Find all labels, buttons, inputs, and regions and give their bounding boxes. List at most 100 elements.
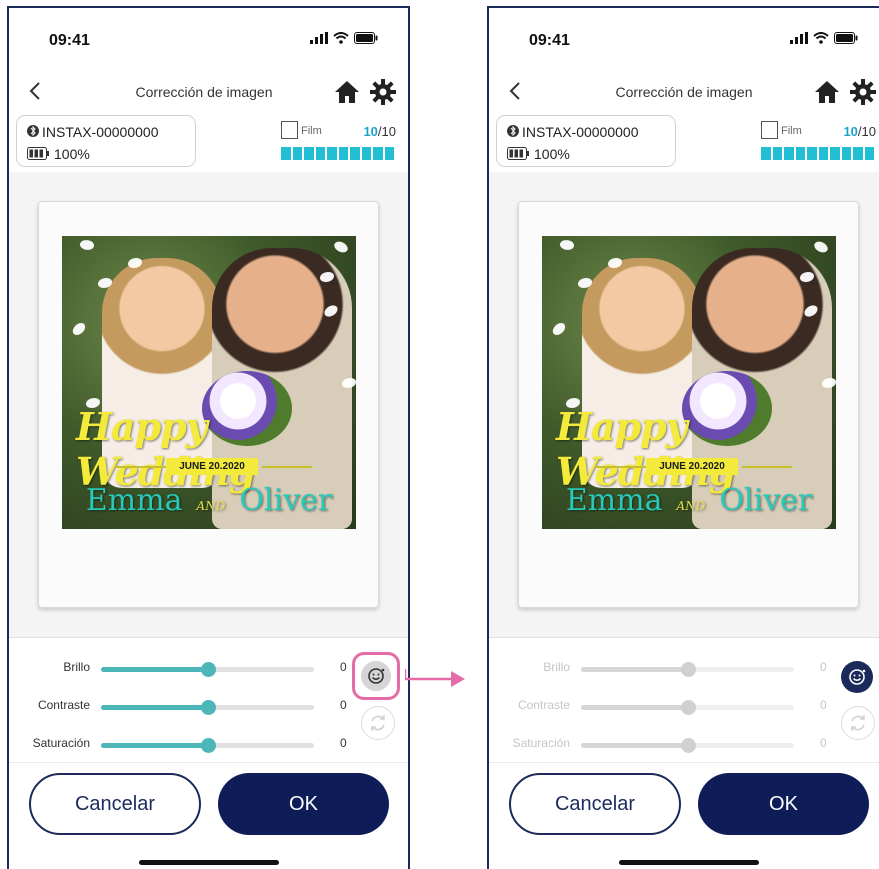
refresh-icon: [851, 715, 865, 731]
slider-row-brightness: Brillo 0: [489, 658, 834, 678]
film-level-bar: [761, 147, 874, 160]
gear-icon[interactable]: [369, 78, 397, 106]
adjustment-panel: Brillo 0 Contraste 0 Saturación 0: [9, 638, 408, 762]
name-left: Emma: [85, 483, 183, 518]
home-indicator[interactable]: [619, 860, 759, 865]
film-label: Film: [301, 125, 322, 137]
slider-knob[interactable]: [200, 738, 216, 753]
header-area: 09:41 Corrección de imagen INSTAX-000000…: [9, 8, 408, 172]
wedding-photo-corrected: Happy Wedding JUNE 20.2020 Emma AND Oliver: [542, 236, 836, 529]
face-smile-icon: [368, 668, 385, 684]
slider-row-contrast: Contraste 0: [489, 696, 834, 716]
photo-headline: Happy Wedding: [556, 404, 736, 494]
face-correction-button[interactable]: [352, 652, 400, 700]
photo-date-ribbon: JUNE 20.2020: [112, 458, 312, 476]
face-correction-button-active[interactable]: [841, 661, 873, 693]
slider-knob: [680, 662, 696, 677]
film-status: Film 10/10: [759, 118, 879, 164]
device-name: INSTAX-00000000: [522, 124, 639, 140]
film-icon: [281, 121, 298, 139]
transition-arrow-icon: [403, 668, 467, 690]
home-indicator[interactable]: [139, 860, 279, 865]
film-total: /10: [377, 124, 396, 139]
ok-button[interactable]: OK: [218, 773, 389, 835]
wedding-photo: Happy Wedding JUNE 20.2020 Emma AND Oliver: [62, 236, 356, 529]
photo-names: Emma AND Oliver: [542, 483, 836, 518]
signal-icon: [790, 31, 808, 49]
status-time: 09:41: [529, 32, 570, 49]
refresh-icon: [371, 715, 385, 731]
back-chevron-icon[interactable]: [505, 80, 527, 102]
battery-status-icon: [354, 31, 378, 49]
film-icon: [761, 121, 778, 139]
brightness-slider[interactable]: [101, 662, 314, 677]
device-status-card[interactable]: INSTAX-00000000 100%: [496, 115, 676, 167]
film-level-bar: [281, 147, 394, 160]
slider-knob: [680, 700, 696, 715]
status-time: 09:41: [49, 32, 90, 49]
instax-print-frame: Happy Wedding JUNE 20.2020 Emma AND Oliver: [38, 201, 379, 608]
home-icon[interactable]: [333, 78, 361, 106]
slider-value: 0: [820, 736, 827, 750]
slider-knob[interactable]: [200, 700, 216, 715]
name-right: Oliver: [239, 483, 333, 518]
wifi-icon: [813, 31, 829, 49]
slider-row-contrast: Contraste 0: [9, 696, 354, 716]
page-title: Corrección de imagen: [615, 84, 753, 100]
slider-label: Contraste: [37, 698, 90, 712]
cancel-button[interactable]: Cancelar: [509, 773, 681, 835]
phone-screen-after: 09:41 Corrección de imagen INSTAX-000000…: [487, 6, 879, 869]
page-title: Corrección de imagen: [135, 84, 273, 100]
battery-percentage: 100%: [534, 146, 570, 162]
slider-value: 0: [820, 698, 827, 712]
film-total: /10: [857, 124, 876, 139]
name-and: AND: [196, 499, 226, 513]
instax-print-frame: Happy Wedding JUNE 20.2020 Emma AND Oliver: [518, 201, 859, 608]
slider-row-saturation: Saturación 0: [489, 734, 834, 754]
saturation-slider[interactable]: [101, 738, 314, 753]
header-area: 09:41 Corrección de imagen INSTAX-000000…: [489, 8, 879, 172]
slider-label: Contraste: [517, 698, 570, 712]
photo-date-ribbon: JUNE 20.2020: [592, 458, 792, 476]
status-icons: [790, 32, 858, 48]
reset-button[interactable]: [361, 706, 395, 740]
photo-names: Emma AND Oliver: [62, 483, 356, 518]
name-left: Emma: [565, 483, 663, 518]
contrast-slider: [581, 700, 794, 715]
ok-button[interactable]: OK: [698, 773, 869, 835]
name-and: AND: [676, 499, 706, 513]
status-icons: [310, 32, 378, 48]
device-status-card[interactable]: INSTAX-00000000 100%: [16, 115, 196, 167]
home-icon[interactable]: [813, 78, 841, 106]
film-count: 10/10: [363, 124, 396, 139]
name-right: Oliver: [719, 483, 813, 518]
photo-headline: Happy Wedding: [76, 404, 256, 494]
back-chevron-icon[interactable]: [25, 80, 47, 102]
battery-percentage: 100%: [54, 146, 90, 162]
bluetooth-icon: [27, 124, 39, 138]
bluetooth-icon: [507, 124, 519, 138]
device-name: INSTAX-00000000: [42, 124, 159, 140]
slider-value: 0: [340, 660, 347, 674]
slider-knob[interactable]: [200, 662, 216, 677]
saturation-slider: [581, 738, 794, 753]
slider-value: 0: [820, 660, 827, 674]
film-remaining: 10: [843, 124, 858, 139]
printer-battery-icon: [507, 147, 529, 160]
reset-button[interactable]: [841, 706, 875, 740]
slider-label: Brillo: [63, 660, 90, 674]
action-bar: Cancelar OK: [489, 762, 879, 869]
adjustment-panel-disabled: Brillo 0 Contraste 0 Saturación 0: [489, 638, 879, 762]
slider-label: Saturación: [32, 736, 90, 750]
slider-value: 0: [340, 736, 347, 750]
slider-value: 0: [340, 698, 347, 712]
slider-knob: [680, 738, 696, 753]
film-status: Film 10/10: [279, 118, 399, 164]
wifi-icon: [333, 31, 349, 49]
printer-battery-icon: [27, 147, 49, 160]
gear-icon[interactable]: [849, 78, 877, 106]
film-remaining: 10: [363, 124, 378, 139]
photo-date: JUNE 20.2020: [646, 458, 738, 475]
cancel-button[interactable]: Cancelar: [29, 773, 201, 835]
contrast-slider[interactable]: [101, 700, 314, 715]
